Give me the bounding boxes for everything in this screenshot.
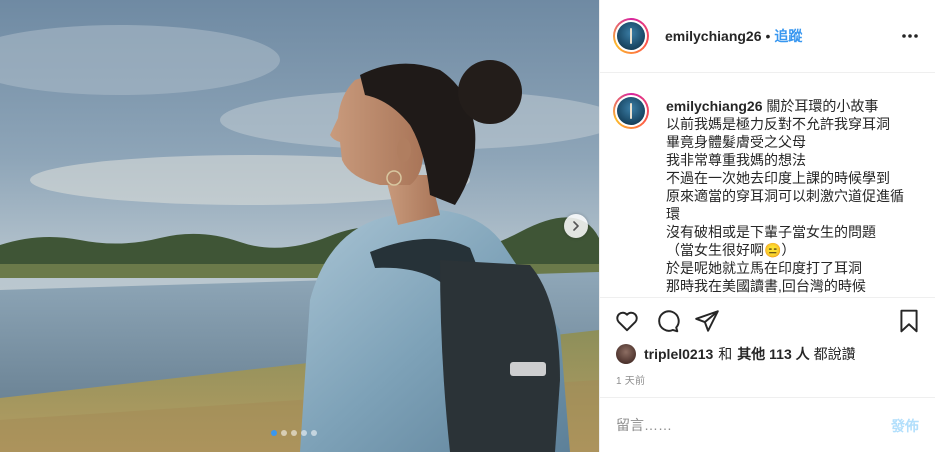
caption-avatar[interactable] <box>613 93 649 129</box>
share-icon[interactable] <box>694 308 720 334</box>
likes-others[interactable]: 其他 113 人 <box>737 344 809 364</box>
instagram-post: emilychiang26 • 追蹤 emilychiang26 關於耳環的小故… <box>0 0 935 452</box>
post-timestamp[interactable]: 1 天前 <box>616 372 645 387</box>
liker-username[interactable]: triplel0213 <box>644 346 713 362</box>
comment-icon[interactable] <box>654 308 680 334</box>
action-bar <box>600 297 935 345</box>
caption-line: 我非常尊重我媽的想法 <box>666 152 806 168</box>
follow-button[interactable]: 追蹤 <box>774 26 802 46</box>
carousel-dot <box>281 430 287 436</box>
header-username[interactable]: emilychiang26 <box>665 28 762 44</box>
caption-line: 關於耳環的小故事 <box>766 98 879 114</box>
heart-icon[interactable] <box>614 308 640 334</box>
caption-line: 那時我在美國讀書,回台灣的時候 <box>666 278 866 294</box>
likes-suffix: 都說讚 <box>813 346 856 362</box>
carousel-dot <box>301 430 307 436</box>
caption-username[interactable]: emilychiang26 <box>666 98 763 114</box>
post-comment-button[interactable]: 發佈 <box>891 416 919 436</box>
caption-line: 原來適當的穿耳洞可以刺激穴道促進循 <box>666 188 904 204</box>
caption-line: 不過在一次她去印度上課的時候學到 <box>666 170 890 186</box>
comment-input[interactable] <box>616 415 856 435</box>
caption-section: emilychiang26 關於耳環的小故事 以前我媽是極力反對不允許我穿耳洞 … <box>600 73 935 296</box>
liker-avatar[interactable] <box>616 344 636 364</box>
header-separator: • <box>765 28 771 44</box>
photo-scene <box>0 0 599 452</box>
avatar-image <box>617 97 645 125</box>
likes-connector: 和 <box>718 346 733 362</box>
caption-line: 以前我媽是極力反對不允許我穿耳洞 <box>666 116 890 132</box>
avatar-image <box>617 22 645 50</box>
caption-line: 畢竟身體髮膚受之父母 <box>666 134 806 150</box>
carousel-dot <box>311 430 317 436</box>
caption-line: 沒有破相或是下輩子當女生的問題 <box>666 224 876 240</box>
caption-line: 於是呢她就立馬在印度打了耳洞 <box>666 260 862 276</box>
avatar[interactable] <box>613 18 649 54</box>
carousel-dot <box>291 430 297 436</box>
bookmark-icon[interactable] <box>896 308 922 334</box>
post-side-panel: emilychiang26 • 追蹤 emilychiang26 關於耳環的小故… <box>599 0 935 452</box>
caption-line: （當女生很好啊😑） <box>666 242 796 258</box>
carousel-next-button[interactable] <box>564 214 588 238</box>
caption-text: emilychiang26 關於耳環的小故事 以前我媽是極力反對不允許我穿耳洞 … <box>666 97 921 295</box>
caption-line: 環 <box>666 206 680 222</box>
carousel-dot <box>271 430 277 436</box>
post-photo[interactable] <box>0 0 599 452</box>
carousel-indicator <box>271 430 317 436</box>
comment-bar: 發佈 <box>600 397 935 452</box>
post-header: emilychiang26 • 追蹤 <box>600 0 935 73</box>
chevron-right-icon <box>573 221 579 231</box>
likes-summary: triplel0213 和 其他 113 人 都說讚 <box>616 344 856 364</box>
more-options-icon[interactable] <box>901 27 919 45</box>
